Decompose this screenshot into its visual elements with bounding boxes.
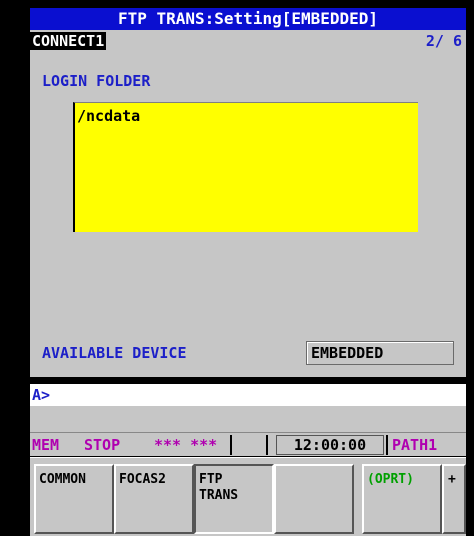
login-folder-value: /ncdata bbox=[77, 107, 141, 125]
softkey-focas2[interactable]: FOCAS2 bbox=[114, 464, 194, 534]
settings-panel: CONNECT1 2/ 6 LOGIN FOLDER /ncdata AVAIL… bbox=[30, 30, 466, 377]
key-input-line[interactable]: A> bbox=[30, 384, 466, 406]
connection-label: CONNECT1 bbox=[30, 32, 107, 50]
status-alarm: *** *** bbox=[154, 436, 218, 454]
message-area bbox=[30, 406, 466, 432]
login-folder-field[interactable]: /ncdata bbox=[73, 102, 418, 232]
page-counter: 2/ 6 bbox=[425, 32, 462, 50]
status-state: STOP bbox=[84, 436, 121, 454]
softkey-oprt[interactable]: (OPRT) bbox=[362, 464, 442, 534]
softkey-common[interactable]: COMMON bbox=[34, 464, 114, 534]
status-clock: 12:00:00 bbox=[276, 435, 384, 455]
softkey-empty[interactable] bbox=[274, 464, 354, 534]
available-device-label: AVAILABLE DEVICE bbox=[42, 344, 187, 362]
login-folder-label: LOGIN FOLDER bbox=[42, 72, 151, 90]
status-path: PATH1 bbox=[392, 436, 438, 454]
status-divider bbox=[230, 435, 232, 455]
cnc-screen: FTP TRANS:Setting[EMBEDDED] CONNECT1 2/ … bbox=[0, 0, 474, 536]
status-bar: MEM STOP *** *** 12:00:00 PATH1 bbox=[30, 432, 466, 456]
softkey-ftp-trans[interactable]: FTP TRANS bbox=[194, 464, 274, 534]
softkey-next[interactable]: + bbox=[442, 464, 466, 534]
softkey-bar: COMMON FOCAS2 FTP TRANS (OPRT) + bbox=[30, 457, 466, 536]
available-device-field[interactable]: EMBEDDED bbox=[306, 341, 454, 365]
status-divider bbox=[386, 435, 388, 455]
status-mode: MEM bbox=[32, 436, 60, 454]
screen-title: FTP TRANS:Setting[EMBEDDED] bbox=[30, 8, 466, 30]
status-divider bbox=[266, 435, 268, 455]
